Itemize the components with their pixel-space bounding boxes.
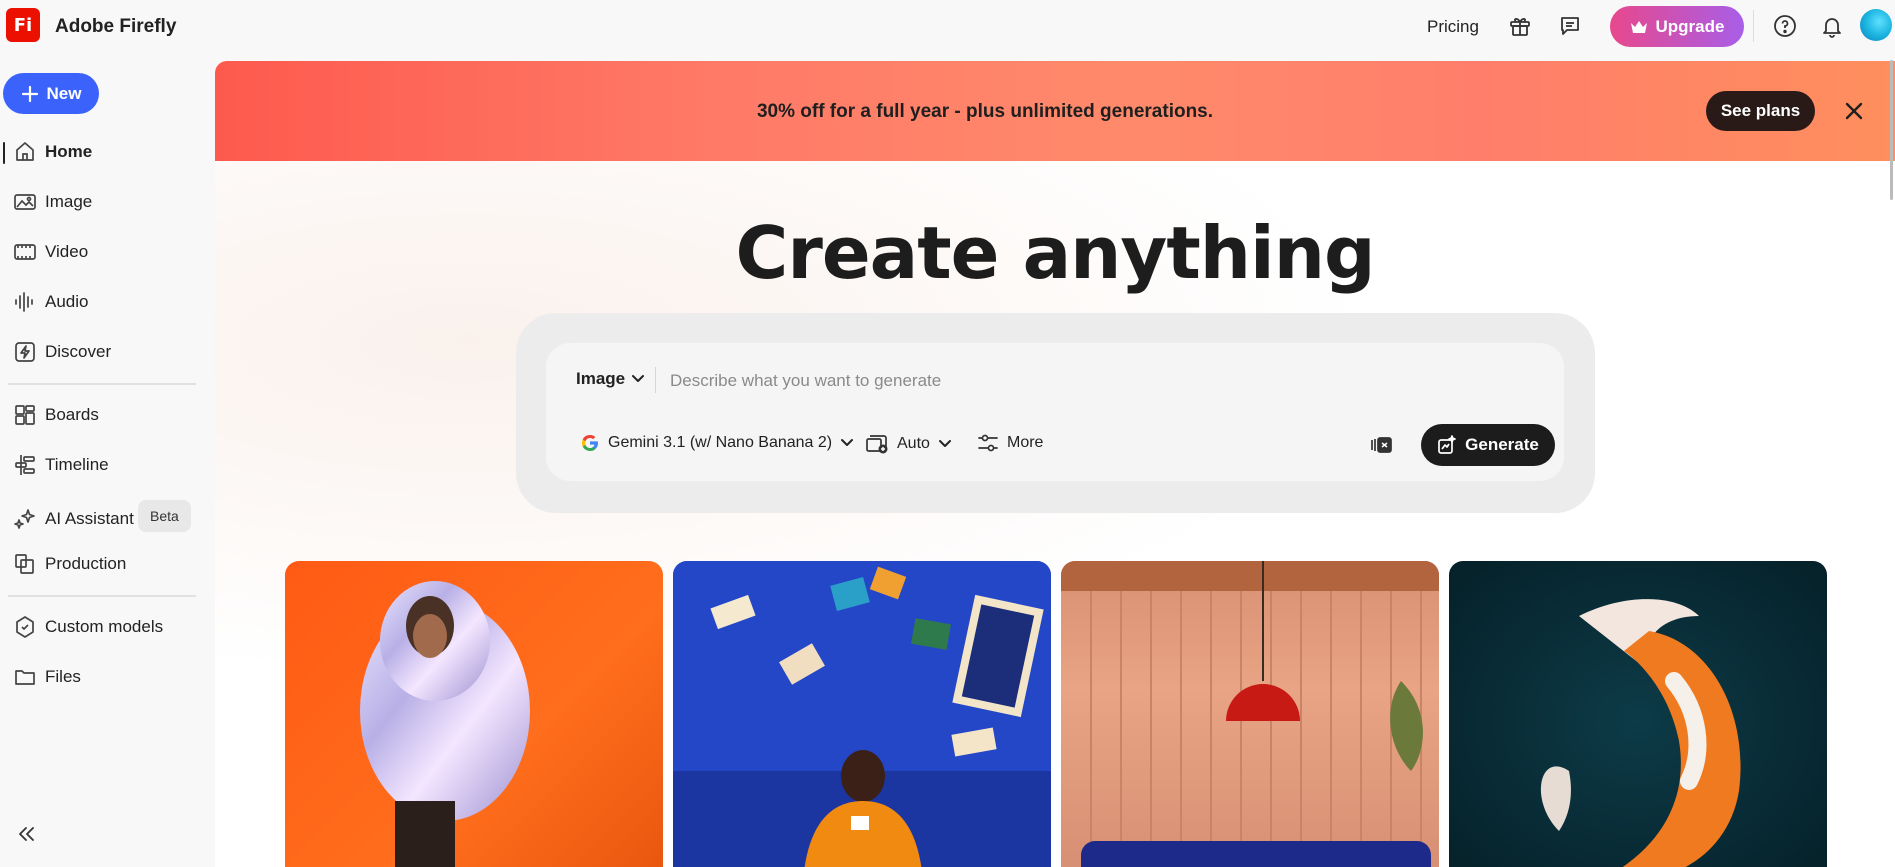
gift-icon[interactable]: [1508, 14, 1532, 38]
sidebar-item-video[interactable]: Video: [0, 234, 200, 270]
home-icon: [16, 142, 34, 161]
see-plans-button[interactable]: See plans: [1706, 91, 1815, 131]
more-settings-button[interactable]: More: [977, 433, 1043, 453]
pricing-link[interactable]: Pricing: [1427, 17, 1479, 37]
close-icon[interactable]: [1843, 100, 1865, 122]
boards-icon: [15, 405, 35, 425]
avatar[interactable]: [1860, 9, 1892, 41]
image-icon: [14, 194, 36, 210]
sidebar-item-files[interactable]: Files: [0, 659, 200, 695]
gallery-image-lamp-room[interactable]: [1061, 561, 1439, 867]
sidebar-item-label: Timeline: [45, 455, 109, 474]
sidebar-item-label: Files: [45, 667, 81, 686]
prompt-box: [546, 343, 1564, 481]
sidebar-item-custom-models[interactable]: Custom models: [0, 609, 200, 645]
upgrade-button[interactable]: Upgrade: [1610, 6, 1744, 47]
sliders-icon: [978, 434, 998, 452]
prompt-divider: [655, 367, 656, 393]
sidebar-item-production[interactable]: Production: [0, 546, 200, 582]
generate-icon: [1438, 435, 1456, 454]
sidebar-item-ai-assistant[interactable]: AI Assistant Beta: [0, 500, 200, 537]
sidebar-item-label: Image: [45, 192, 93, 211]
chat-icon[interactable]: [1558, 14, 1582, 38]
scrollbar[interactable]: [1890, 60, 1893, 200]
plus-icon: [21, 85, 38, 102]
sidebar-item-label: Home: [45, 142, 93, 161]
beta-badge: Beta: [138, 500, 191, 532]
bell-icon[interactable]: [1820, 14, 1844, 38]
aspect-ratio-icon: [866, 435, 888, 454]
mode-label: Image: [576, 369, 626, 388]
prompt-input[interactable]: [670, 366, 1520, 396]
sidebar-item-label: Boards: [45, 405, 99, 424]
gallery-image-koi-fish[interactable]: [1449, 561, 1827, 867]
generate-label: Generate: [1465, 435, 1539, 454]
sidebar-item-timeline[interactable]: Timeline: [0, 447, 200, 483]
model-label: Gemini 3.1 (w/ Nano Banana 2): [608, 434, 833, 451]
promo-text: 30% off for a full year - plus unlimited…: [756, 101, 1214, 122]
aspect-ratio-dropdown[interactable]: Auto: [865, 433, 952, 455]
gallery-image-reader[interactable]: [673, 561, 1051, 867]
google-icon: [582, 435, 598, 451]
chevron-down-icon: [938, 440, 951, 447]
sidebar-item-image[interactable]: Image: [0, 184, 200, 220]
discover-icon: [15, 342, 35, 362]
chevron-down-icon: [841, 439, 854, 446]
sidebar-item-discover[interactable]: Discover: [0, 334, 200, 370]
top-bar: Fi Adobe Firefly Pricing Upgrade: [0, 0, 1895, 52]
sidebar-divider: [8, 383, 196, 385]
adobe-firefly-logo[interactable]: Fi: [6, 8, 40, 42]
style-reference-icon[interactable]: [1369, 436, 1393, 454]
custom-models-icon: [16, 616, 34, 638]
sparkle-icon: [14, 509, 35, 529]
model-dropdown[interactable]: Gemini 3.1 (w/ Nano Banana 2): [580, 433, 854, 453]
video-icon: [14, 244, 36, 260]
chevron-down-icon: [632, 375, 645, 382]
sidebar-divider: [8, 595, 196, 597]
sidebar-item-label: Custom models: [45, 617, 164, 636]
sidebar-item-label: Video: [45, 242, 89, 261]
production-icon: [15, 554, 34, 574]
upgrade-label: Upgrade: [1655, 16, 1725, 36]
sidebar-item-label: AI Assistant: [45, 509, 134, 528]
new-button[interactable]: New: [3, 73, 99, 114]
sidebar-item-label: Discover: [45, 342, 112, 361]
gallery-image-puffer-jacket[interactable]: [285, 561, 663, 867]
page-title: Create anything: [735, 211, 1375, 295]
sidebar-item-label: Production: [45, 554, 127, 573]
puffer-jacket-illustration: [360, 581, 530, 867]
mode-dropdown[interactable]: Image: [576, 369, 645, 389]
aspect-label: Auto: [897, 435, 930, 452]
timeline-icon: [15, 455, 35, 475]
koi-fish-illustration: [1540, 599, 1741, 867]
sidebar: New Home Image Video Audio Discover Boar…: [0, 52, 210, 867]
more-label: More: [1007, 434, 1044, 451]
topbar-divider: [1753, 10, 1754, 42]
audio-icon: [15, 292, 33, 312]
new-label: New: [46, 83, 82, 103]
app-title: Adobe Firefly: [55, 16, 177, 37]
sidebar-item-label: Audio: [45, 292, 89, 311]
promo-banner: 30% off for a full year - plus unlimited…: [215, 61, 1895, 161]
help-icon[interactable]: [1773, 14, 1797, 38]
sidebar-item-audio[interactable]: Audio: [0, 284, 200, 320]
crown-icon: [1630, 20, 1647, 33]
sidebar-item-home[interactable]: Home: [0, 134, 200, 170]
folder-icon: [15, 670, 35, 685]
reader-illustration: [673, 561, 1051, 867]
generate-button[interactable]: Generate: [1421, 424, 1555, 466]
main-content: 30% off for a full year - plus unlimited…: [215, 61, 1895, 867]
collapse-sidebar-icon[interactable]: [14, 822, 38, 846]
sidebar-item-boards[interactable]: Boards: [0, 397, 200, 433]
lamp-room-illustration: [1061, 561, 1439, 867]
